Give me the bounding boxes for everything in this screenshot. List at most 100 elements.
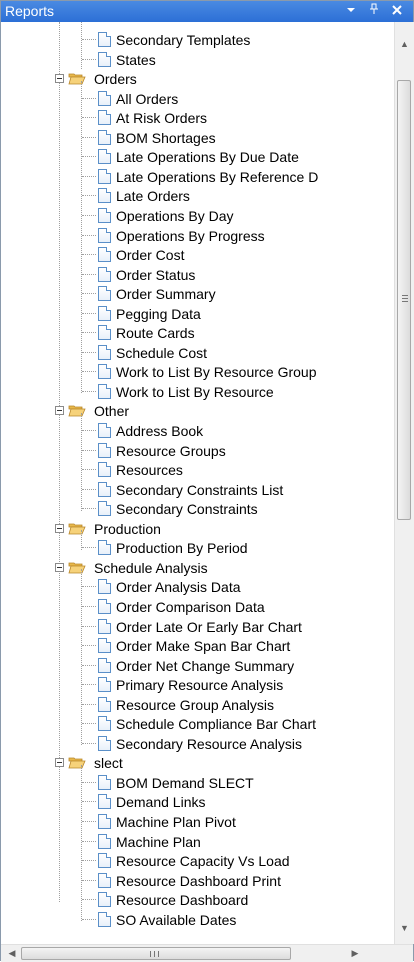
tree-item-label: Operations By Progress [116, 227, 265, 244]
tree-item-label: Resource Groups [116, 442, 226, 459]
tree-connector [82, 879, 96, 881]
tree-guide [81, 764, 82, 922]
tree-item-label: At Risk Orders [116, 110, 208, 127]
tree-item-label: Address Book [116, 423, 204, 439]
tree-item-label: Schedule Compliance Bar Chart [116, 716, 316, 733]
tree-connector [82, 97, 96, 99]
tree-connector [82, 488, 96, 490]
document-icon [98, 227, 111, 243]
document-icon [98, 32, 111, 47]
tree-item-label: Order Make Span Bar Chart [116, 638, 291, 655]
document-icon [98, 129, 111, 145]
tree-guide [81, 569, 82, 746]
tree-item-label: Resource Dashboard Print [116, 872, 281, 889]
tree-connector [82, 664, 96, 666]
tree-connector [82, 234, 96, 236]
document-icon [98, 90, 111, 106]
tree-connector [82, 351, 96, 353]
tree-group-label: Other [94, 403, 130, 420]
tree-connector [82, 840, 96, 842]
scroll-up-icon[interactable]: ▲ [395, 36, 414, 52]
document-icon [98, 774, 111, 790]
collapse-icon[interactable] [55, 74, 64, 84]
tree-connector [82, 449, 96, 451]
scroll-right-icon[interactable]: ▶ [346, 945, 364, 962]
tree-item-label: Secondary Templates [116, 32, 251, 48]
document-icon [98, 833, 111, 849]
vertical-scrollbar[interactable]: ▲ ▼ [394, 22, 414, 944]
tree-item-label: Demand Links [116, 794, 206, 811]
tree-item-label: Secondary Resource Analysis [116, 735, 302, 752]
tree-item-label: Schedule Cost [116, 344, 208, 361]
panel-title: Reports [5, 3, 55, 19]
tree-connector [82, 899, 96, 901]
collapse-icon[interactable] [55, 562, 64, 572]
tree-item-label: Secondary Constraints [116, 501, 258, 518]
tree-connector [82, 58, 96, 60]
collapse-icon[interactable] [55, 758, 64, 768]
reports-panel: Reports Secondary Templates States Orders A… [0, 0, 414, 962]
tree-connector [82, 156, 96, 158]
tree-item-label: Order Summary [116, 286, 216, 303]
tree-connector [82, 703, 96, 705]
tree-connector [82, 586, 96, 588]
chevron-down-icon[interactable] [343, 3, 359, 19]
tree-connector [82, 390, 96, 392]
vertical-scroll-thumb[interactable] [397, 80, 411, 520]
collapse-icon[interactable] [55, 523, 64, 533]
collapse-icon[interactable] [55, 406, 64, 416]
tree-connector [82, 117, 96, 119]
tree-connector [82, 918, 96, 920]
tree-item-label: Order Comparison Data [116, 598, 265, 615]
tree-item-label: BOM Demand SLECT [116, 774, 254, 791]
tree-item-label: Operations By Day [116, 207, 234, 224]
tree-item-label: Production By Period [116, 540, 248, 557]
tree-item-label: Route Cards [116, 325, 195, 342]
tree-item-label: Machine Plan Pivot [116, 814, 236, 830]
document-icon [98, 598, 111, 614]
close-icon[interactable] [389, 3, 405, 19]
tree-group-label: slect [94, 755, 123, 772]
tree-guide [81, 22, 82, 70]
scroll-left-icon[interactable]: ◀ [3, 945, 21, 962]
document-icon [98, 853, 111, 869]
document-icon [98, 696, 111, 712]
tree-connector [82, 195, 96, 197]
document-icon [98, 677, 111, 693]
document-icon [98, 149, 111, 165]
document-icon [98, 501, 111, 517]
horizontal-scroll-thumb[interactable] [21, 947, 291, 960]
document-icon [98, 657, 111, 673]
tree-content: Secondary Templates States Orders All Order… [26, 22, 394, 944]
tree-connector [82, 821, 96, 822]
tree-item-label: Order Net Change Summary [116, 657, 295, 674]
tree-item-label: Secondary Constraints List [116, 481, 284, 498]
document-icon [98, 579, 111, 595]
document-icon [98, 540, 111, 556]
document-icon [98, 344, 111, 360]
reports-tree[interactable]: Secondary Templates States Orders All Order… [26, 22, 394, 944]
document-icon [98, 266, 111, 282]
document-icon [98, 188, 111, 204]
tree-connector [82, 508, 96, 510]
document-icon [98, 247, 111, 263]
document-icon [98, 383, 111, 399]
document-icon [98, 423, 111, 438]
document-icon [98, 286, 111, 302]
tree-connector [82, 273, 96, 275]
tree-item-label: Resources [116, 462, 183, 479]
tree-item-label: Late Operations By Reference D [116, 168, 319, 185]
tree-guide [81, 530, 82, 550]
tree-item-label: Work to List By Resource Group [116, 364, 317, 381]
pin-icon[interactable] [366, 3, 382, 19]
tree-connector [82, 781, 96, 783]
tree-group-label: Orders [94, 71, 137, 88]
tree-connector [82, 469, 96, 471]
tree-item-label: SO Available Dates [116, 911, 237, 928]
horizontal-scrollbar[interactable]: ◀ ▶ [1, 944, 413, 962]
document-icon [98, 735, 111, 751]
tree-item-label: Order Cost [116, 247, 185, 264]
document-icon [98, 638, 111, 654]
tree-connector [82, 645, 96, 647]
scroll-down-icon[interactable]: ▼ [395, 920, 414, 936]
